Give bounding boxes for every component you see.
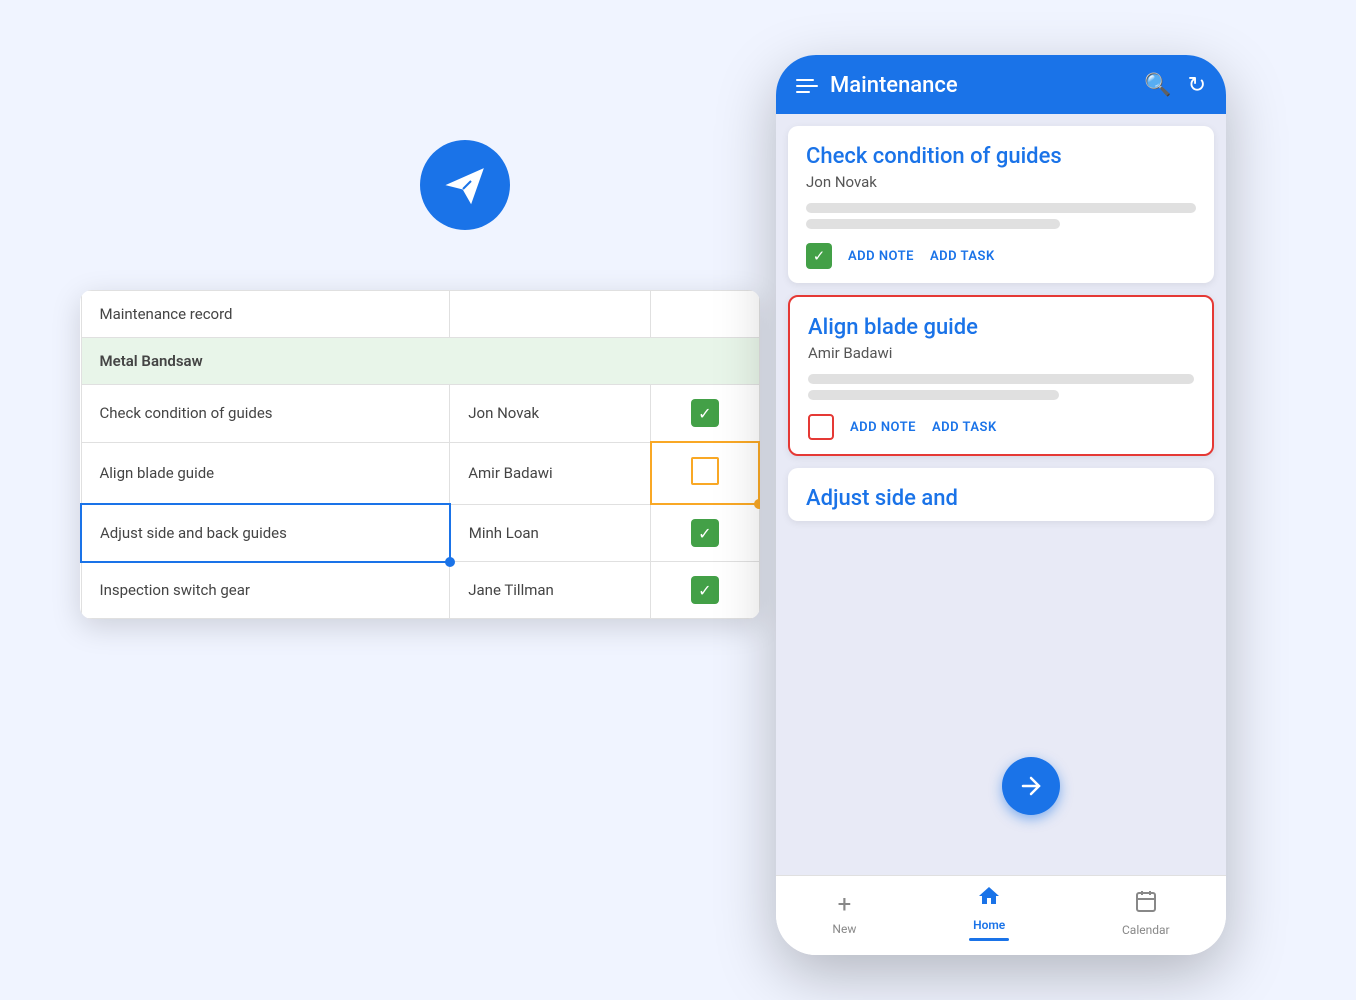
- line-1: [808, 374, 1194, 384]
- fab-button[interactable]: [1002, 757, 1060, 815]
- assignee-cell: Jane Tillman: [450, 562, 651, 619]
- checked-checkbox[interactable]: ✓: [691, 519, 719, 547]
- task-card-3-partial[interactable]: Adjust side and: [788, 468, 1214, 521]
- task-name-cell: Inspection switch gear: [81, 562, 450, 619]
- card-actions-1: ✓ ADD NOTE ADD TASK: [806, 243, 1196, 269]
- card-title-1: Check condition of guides: [806, 144, 1196, 169]
- app-title: Maintenance: [830, 73, 1132, 98]
- plus-icon: +: [838, 890, 852, 918]
- line-1: [806, 203, 1196, 213]
- assignee-cell: Jon Novak: [450, 385, 651, 443]
- table-row[interactable]: Adjust side and back guides Minh Loan ✓: [81, 504, 759, 562]
- phone-mockup: Maintenance 🔍 ↻ Check condition of guide…: [776, 55, 1226, 955]
- card-person-2: Amir Badawi: [808, 344, 1194, 362]
- nav-new-label: New: [832, 922, 856, 936]
- task-card-1[interactable]: Check condition of guides Jon Novak ✓ AD…: [788, 126, 1214, 283]
- nav-home-label: Home: [973, 918, 1005, 932]
- empty-checkbox[interactable]: [691, 457, 719, 485]
- section-header-row: Metal Bandsaw: [81, 338, 759, 385]
- card-title-3: Adjust side and: [806, 486, 1196, 511]
- app-top-bar: Maintenance 🔍 ↻: [776, 55, 1226, 114]
- top-icons: 🔍 ↻: [1144, 73, 1206, 98]
- card-title-2: Align blade guide: [808, 315, 1194, 340]
- phone-content: Check condition of guides Jon Novak ✓ AD…: [776, 114, 1226, 875]
- line-2: [806, 219, 1060, 229]
- add-task-button-2[interactable]: ADD TASK: [932, 420, 997, 435]
- refresh-icon[interactable]: ↻: [1188, 73, 1206, 98]
- section-header-label: Metal Bandsaw: [81, 338, 759, 385]
- spreadsheet-panel: Maintenance record Metal Bandsaw Check c…: [80, 290, 760, 619]
- calendar-icon: [1134, 889, 1158, 919]
- card-checkbox-green[interactable]: ✓: [806, 243, 832, 269]
- table-row[interactable]: Inspection switch gear Jane Tillman ✓: [81, 562, 759, 619]
- home-icon: [977, 884, 1001, 914]
- hamburger-icon[interactable]: [796, 79, 818, 93]
- nav-item-home[interactable]: Home: [949, 876, 1029, 949]
- add-task-button-1[interactable]: ADD TASK: [930, 249, 995, 264]
- task-card-2[interactable]: Align blade guide Amir Badawi ADD NOTE A…: [788, 295, 1214, 456]
- maintenance-record-col3: [651, 291, 759, 338]
- nav-item-calendar[interactable]: Calendar: [1102, 881, 1190, 945]
- card-checkbox-red[interactable]: [808, 414, 834, 440]
- checkbox-cell[interactable]: ✓: [651, 385, 759, 443]
- maintenance-record-row: Maintenance record: [81, 291, 759, 338]
- search-icon[interactable]: 🔍: [1144, 73, 1171, 98]
- checkbox-cell-highlighted[interactable]: [651, 442, 759, 504]
- nav-active-indicator: [969, 938, 1009, 941]
- nav-item-new[interactable]: + New: [812, 882, 876, 944]
- nav-calendar-label: Calendar: [1122, 923, 1170, 937]
- checkbox-cell[interactable]: ✓: [651, 562, 759, 619]
- task-name-cell: Check condition of guides: [81, 385, 450, 443]
- line-2: [808, 390, 1059, 400]
- bottom-nav: + New Home Calendar: [776, 875, 1226, 955]
- task-name-cell: Align blade guide: [81, 442, 450, 504]
- assignee-cell: Minh Loan: [450, 504, 651, 562]
- card-lines-1: [806, 203, 1196, 229]
- checked-checkbox[interactable]: ✓: [691, 576, 719, 604]
- task-name-cell-selected: Adjust side and back guides: [81, 504, 450, 562]
- checkbox-cell[interactable]: ✓: [651, 504, 759, 562]
- card-lines-2: [808, 374, 1194, 400]
- table-row[interactable]: Align blade guide Amir Badawi: [81, 442, 759, 504]
- maintenance-record-label: Maintenance record: [81, 291, 450, 338]
- paper-plane-icon: [420, 140, 510, 230]
- card-person-1: Jon Novak: [806, 173, 1196, 191]
- table-row[interactable]: Check condition of guides Jon Novak ✓: [81, 385, 759, 443]
- add-note-button-1[interactable]: ADD NOTE: [848, 249, 914, 264]
- maintenance-record-col2: [450, 291, 651, 338]
- checked-checkbox[interactable]: ✓: [691, 399, 719, 427]
- add-note-button-2[interactable]: ADD NOTE: [850, 420, 916, 435]
- assignee-cell: Amir Badawi: [450, 442, 651, 504]
- card-actions-2: ADD NOTE ADD TASK: [808, 414, 1194, 440]
